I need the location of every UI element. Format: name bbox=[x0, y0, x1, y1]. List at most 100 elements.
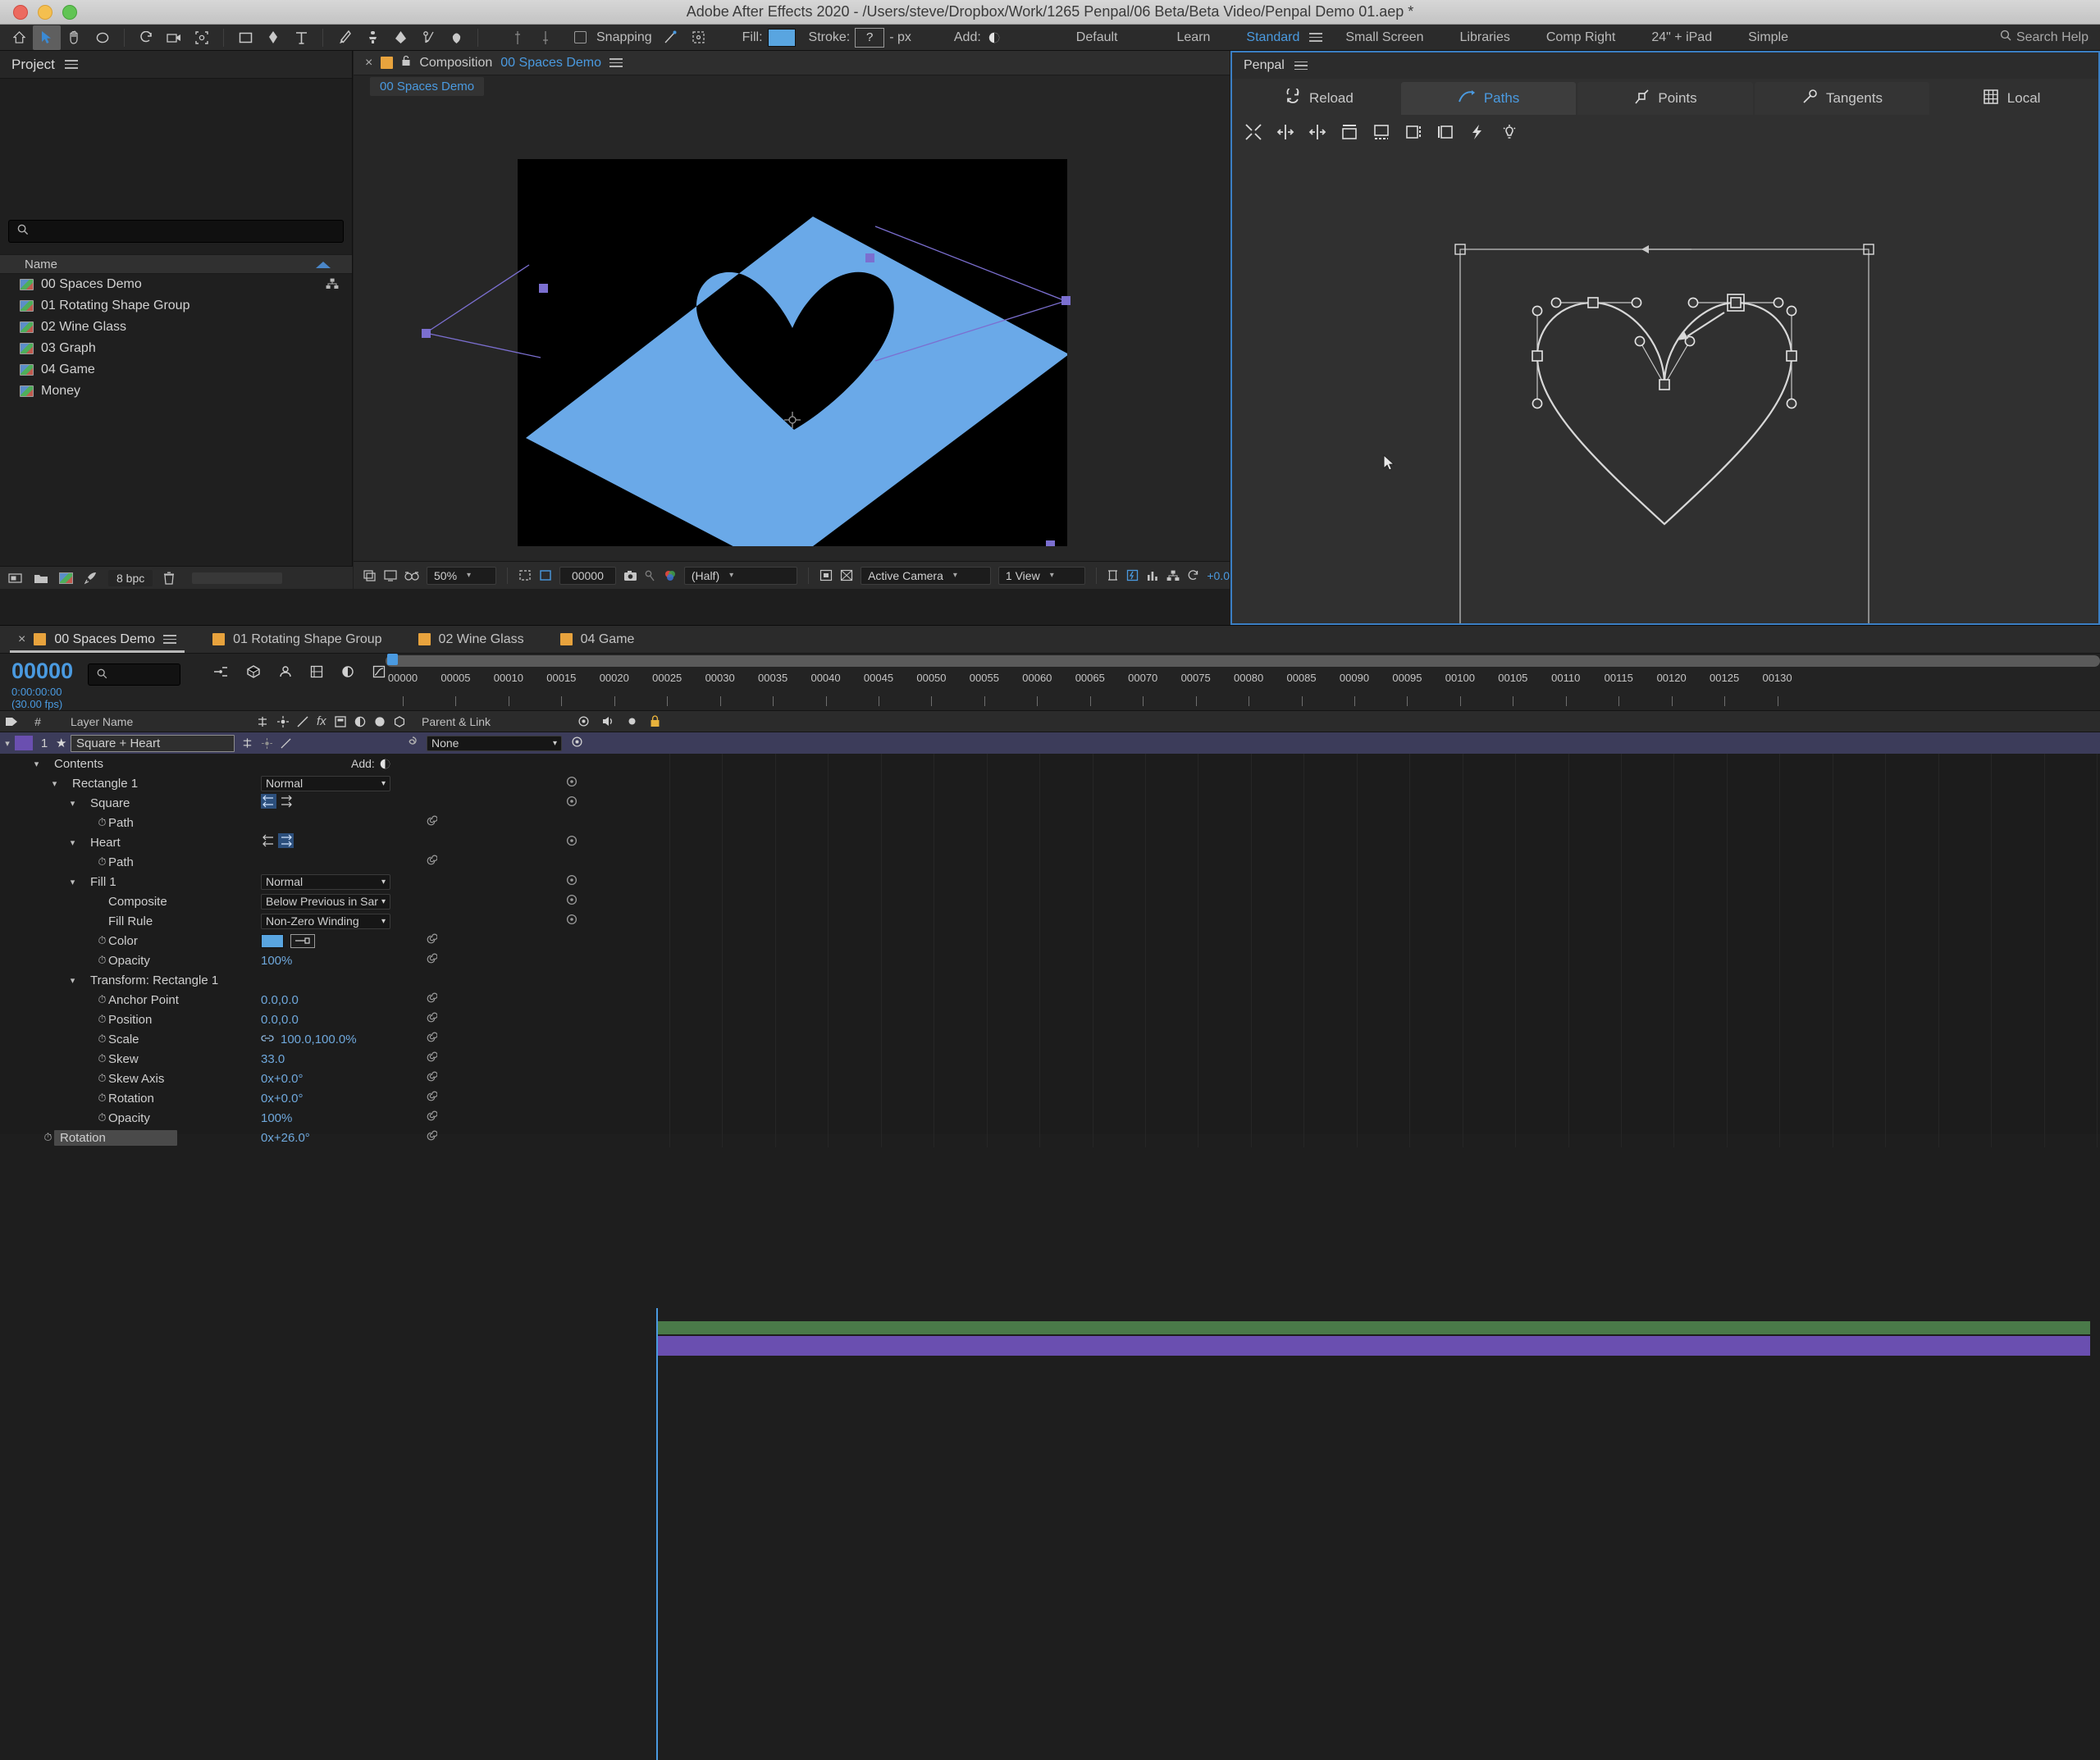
add-property-button[interactable]: Add: bbox=[351, 757, 390, 770]
property-graph-icon[interactable] bbox=[566, 874, 578, 889]
property-row[interactable]: ⏱ Opacity 100% bbox=[0, 951, 2100, 970]
workspace-standard[interactable]: Standard bbox=[1228, 30, 1317, 45]
layer-row-square-heart[interactable]: ▾ 1 ★ Square + Heart None ▾ bbox=[0, 732, 2100, 754]
property-dropdown[interactable]: Normal ▾ bbox=[261, 873, 390, 890]
project-panel[interactable]: Project Name 00 Spaces Demo 01 Rotating S… bbox=[0, 51, 353, 589]
project-item[interactable]: 01 Rotating Shape Group bbox=[0, 295, 352, 317]
workspace-menu-icon[interactable] bbox=[1309, 30, 1323, 44]
rocket-icon[interactable] bbox=[84, 572, 98, 585]
timeline-scrollbar[interactable] bbox=[386, 655, 2100, 667]
align-bottom-icon[interactable] bbox=[1370, 121, 1393, 143]
property-row[interactable]: ⏱ Position 0.0,0.0 bbox=[0, 1010, 2100, 1029]
enable-frame-blending-icon[interactable] bbox=[310, 665, 323, 682]
camera-view-select[interactable]: Active Camera ▾ bbox=[861, 566, 991, 585]
property-row[interactable]: ▾ Fill 1 Normal ▾ bbox=[0, 872, 2100, 891]
mask-shift-icon[interactable] bbox=[532, 25, 559, 50]
timeline-panel-menu-icon[interactable] bbox=[163, 632, 177, 646]
always-preview-icon[interactable] bbox=[363, 569, 377, 581]
timeline-switch-row[interactable] bbox=[213, 665, 386, 682]
project-panel-footer[interactable]: 8 bpc bbox=[0, 566, 353, 589]
penpal-tool-row[interactable] bbox=[1232, 115, 2098, 149]
expression-spiral-icon[interactable] bbox=[425, 992, 438, 1008]
penpal-tab-points[interactable]: Points bbox=[1577, 82, 1753, 115]
twirl-open-icon[interactable]: ▾ bbox=[67, 975, 78, 986]
collapse-icon[interactable] bbox=[1242, 121, 1265, 143]
stopwatch-icon[interactable]: ⏱ bbox=[96, 1072, 108, 1085]
property-row[interactable]: ⏱ Color bbox=[0, 931, 2100, 951]
penpal-tab-tangents[interactable]: Tangents bbox=[1754, 82, 1930, 115]
sort-ascending-icon[interactable] bbox=[316, 262, 331, 268]
color-depth-button[interactable]: 8 bpc bbox=[108, 569, 153, 586]
property-value[interactable]: 100.0,100.0% bbox=[281, 1033, 357, 1046]
show-snapshot-icon[interactable] bbox=[645, 570, 656, 581]
search-input[interactable] bbox=[34, 224, 327, 239]
timeline-header[interactable]: 00000 0:00:00:00 (30.00 fps) 00000 00005… bbox=[0, 654, 2100, 711]
pixel-aspect-icon[interactable] bbox=[1107, 569, 1119, 581]
delete-icon[interactable] bbox=[163, 572, 175, 585]
property-row[interactable]: ▾ Heart bbox=[0, 832, 2100, 852]
expression-spiral-icon[interactable] bbox=[425, 815, 438, 831]
resolution-select[interactable]: (Half) ▾ bbox=[683, 566, 798, 585]
work-area-bar[interactable] bbox=[656, 1321, 2090, 1334]
search-help[interactable]: Search Help bbox=[2000, 30, 2089, 45]
lock-icon[interactable] bbox=[401, 55, 411, 71]
penpal-path-canvas[interactable] bbox=[1232, 151, 2098, 653]
new-comp-icon[interactable] bbox=[8, 572, 23, 584]
property-value[interactable]: 0.0,0.0 bbox=[261, 993, 299, 1007]
playhead-marker[interactable] bbox=[387, 654, 398, 665]
snap-vertex-icon[interactable] bbox=[657, 25, 685, 50]
property-row[interactable]: ⏱ Rotation 0x+26.0° bbox=[0, 1128, 2100, 1147]
property-row[interactable]: ⏱ Path bbox=[0, 813, 2100, 832]
project-search-field[interactable] bbox=[8, 220, 344, 243]
project-item[interactable]: Money bbox=[0, 381, 352, 402]
penpal-tab-bar[interactable]: Reload Paths Points Tangents Local bbox=[1232, 79, 2098, 115]
penpal-tab-reload[interactable]: Reload bbox=[1239, 82, 1399, 115]
project-panel-menu-icon[interactable] bbox=[64, 57, 78, 71]
monitor-icon[interactable] bbox=[384, 569, 397, 581]
expression-spiral-icon[interactable] bbox=[425, 1130, 438, 1146]
rectangle-tool-icon[interactable] bbox=[231, 25, 259, 50]
add-menu-icon[interactable] bbox=[986, 25, 1002, 50]
property-value[interactable]: 0x+26.0° bbox=[261, 1131, 310, 1145]
property-row[interactable]: ⏱ Scale 100.0,100.0% bbox=[0, 1029, 2100, 1049]
layer-color-chip[interactable] bbox=[15, 736, 33, 750]
close-icon[interactable]: × bbox=[18, 632, 25, 647]
fast-preview-icon[interactable] bbox=[1126, 569, 1139, 581]
project-item[interactable]: 02 Wine Glass bbox=[0, 317, 352, 338]
stopwatch-icon[interactable]: ⏱ bbox=[96, 1052, 108, 1065]
stopwatch-icon[interactable]: ⏱ bbox=[96, 1092, 108, 1105]
penpal-panel-menu-icon[interactable] bbox=[1294, 59, 1308, 73]
twirl-open-icon[interactable]: ▾ bbox=[67, 877, 78, 887]
expression-spiral-icon[interactable] bbox=[425, 953, 438, 969]
timeline-ruler[interactable]: 00000 00005 00010 00015 00020 00025 00030 00035… bbox=[386, 654, 2100, 710]
property-graph-icon[interactable] bbox=[566, 776, 578, 791]
toggle-mask-icon[interactable] bbox=[840, 569, 853, 581]
property-row[interactable]: ⏱ Path bbox=[0, 852, 2100, 872]
bulb-icon[interactable] bbox=[1498, 121, 1521, 143]
timeline-playhead-line[interactable] bbox=[656, 1308, 658, 1760]
search-input[interactable] bbox=[112, 668, 180, 682]
project-footage-icon[interactable] bbox=[59, 572, 73, 584]
region-preview-icon[interactable] bbox=[819, 569, 833, 581]
puppet-pin-tool-icon[interactable] bbox=[442, 25, 470, 50]
property-rows[interactable]: ▾ Contents Add: ▾ Rectangle 1 Normal ▾ ▾ Square ⏱… bbox=[0, 754, 2100, 1147]
composition-sub-tab-bar[interactable]: 00 Spaces Demo bbox=[354, 75, 1230, 97]
property-value[interactable]: 0x+0.0° bbox=[261, 1092, 303, 1106]
new-folder-icon[interactable] bbox=[34, 572, 48, 584]
distribute-horizontal-icon[interactable] bbox=[1306, 121, 1329, 143]
stopwatch-icon[interactable]: ⏱ bbox=[96, 1111, 108, 1124]
stopwatch-icon[interactable]: ⏱ bbox=[96, 1033, 108, 1046]
twirl-open-icon[interactable]: ▾ bbox=[49, 778, 60, 789]
project-item[interactable]: 03 Graph bbox=[0, 338, 352, 359]
expression-spiral-icon[interactable] bbox=[425, 1051, 438, 1067]
layer-duration-bar[interactable] bbox=[656, 1336, 2090, 1356]
snap-bounds-icon[interactable] bbox=[685, 25, 713, 50]
hide-shy-layers-icon[interactable] bbox=[279, 665, 292, 682]
property-dropdown[interactable]: Non-Zero Winding ▾ bbox=[261, 913, 390, 929]
timeline-tab[interactable]: 02 Wine Glass bbox=[400, 626, 542, 653]
stopwatch-icon[interactable]: ⏱ bbox=[96, 993, 108, 1006]
project-item[interactable]: 04 Game bbox=[0, 359, 352, 381]
property-row[interactable]: Fill Rule Non-Zero Winding ▾ bbox=[0, 911, 2100, 931]
transparency-grid-icon[interactable] bbox=[539, 569, 552, 581]
view-layout-select[interactable]: 1 View ▾ bbox=[998, 566, 1085, 585]
